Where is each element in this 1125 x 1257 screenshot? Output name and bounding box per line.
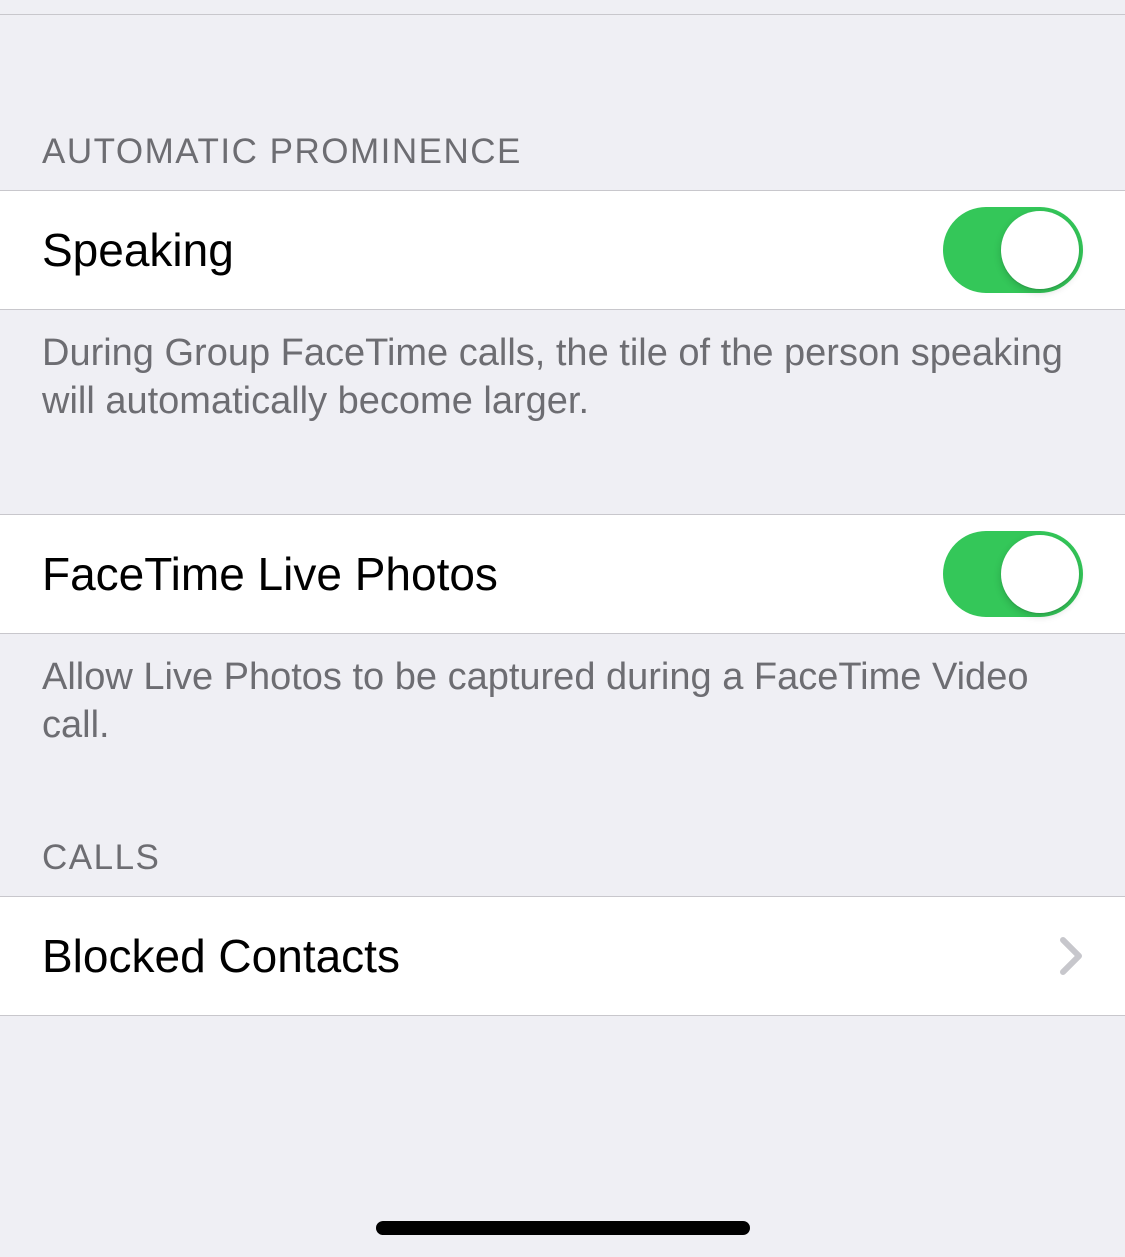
speaking-label: Speaking (42, 223, 943, 277)
speaking-row[interactable]: Speaking (0, 190, 1125, 310)
live-photos-footer: Allow Live Photos to be captured during … (0, 634, 1125, 750)
blocked-contacts-row[interactable]: Blocked Contacts (0, 896, 1125, 1016)
facetime-live-photos-row[interactable]: FaceTime Live Photos (0, 514, 1125, 634)
toggle-knob (1001, 211, 1079, 289)
blocked-contacts-label: Blocked Contacts (42, 929, 1059, 983)
speaking-footer: During Group FaceTime calls, the tile of… (0, 310, 1125, 426)
toggle-knob (1001, 535, 1079, 613)
chevron-right-icon (1059, 936, 1083, 976)
home-indicator (376, 1221, 750, 1235)
section-header-automatic-prominence: AUTOMATIC PROMINENCE (0, 0, 1125, 190)
facetime-live-photos-label: FaceTime Live Photos (42, 547, 943, 601)
speaking-toggle[interactable] (943, 207, 1083, 293)
section-header-calls: CALLS (0, 750, 1125, 896)
top-divider (0, 14, 1125, 15)
facetime-live-photos-toggle[interactable] (943, 531, 1083, 617)
